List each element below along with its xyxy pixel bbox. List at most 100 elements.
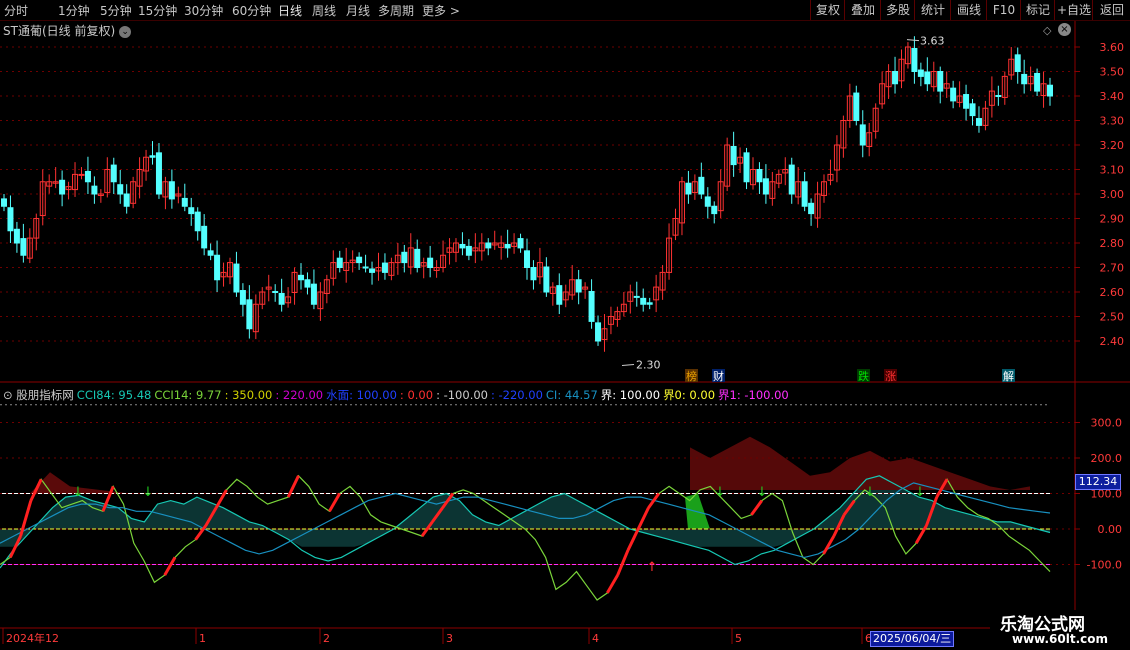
tab-period-10[interactable]: 更多 > (422, 2, 460, 19)
price-tick-label: 3.60 (1100, 41, 1125, 54)
toolbar-button-3[interactable]: 统计 (914, 0, 951, 20)
candle-body (233, 263, 240, 293)
candle-body (801, 181, 808, 207)
indicator-legend-item: : 0.00 (399, 388, 434, 402)
indicator-legend-item: CCI84: 95.48 (76, 388, 152, 402)
candle-body (963, 94, 970, 109)
candle-body (1047, 84, 1053, 97)
cci14-rise-segment (214, 489, 228, 509)
tab-period-3[interactable]: 15分钟 (138, 2, 177, 19)
cci14-rise-segment (822, 535, 836, 555)
candle-body (188, 207, 195, 215)
candle-body (78, 173, 85, 176)
event-tag: 跌 (858, 369, 869, 383)
time-tick-label: 2 (323, 632, 330, 645)
cci14-rise-segment (636, 507, 650, 530)
toolbar-button-8[interactable]: 返回 (1092, 0, 1130, 20)
indicator-name[interactable]: ⊙ 股朋指标网 (3, 388, 74, 402)
candle-body (304, 279, 311, 288)
indicator-legend-item: : -100.00 (436, 388, 488, 402)
candle-body (937, 71, 944, 92)
candle-body (201, 225, 208, 249)
down-arrow-icon: ↓ (757, 485, 768, 500)
price-tick-label: 3.40 (1100, 90, 1125, 103)
cursor-date-label: 2025/06/04/三 (870, 631, 955, 647)
indicator-legend-item: : 220.00 (275, 388, 324, 402)
cci14-rise-segment (626, 528, 640, 551)
ind-tick-label: 200.0 (1091, 452, 1123, 465)
candle-body (356, 256, 363, 264)
event-tag: 解 (1003, 369, 1014, 383)
toolbar-button-7[interactable]: +自选 (1054, 0, 1093, 20)
stock-title-text: ST通葡(日线 前复权) (3, 24, 116, 38)
candle-body (427, 257, 434, 269)
candle-body (84, 170, 91, 183)
up-arrow-icon: ↑ (647, 560, 658, 575)
time-tick-label: 4 (592, 632, 599, 645)
candle-body (685, 182, 692, 195)
candle-body (13, 228, 20, 244)
candle-body (917, 69, 924, 77)
candle-body (756, 169, 763, 183)
toolbar-button-6[interactable]: 标记 (1020, 0, 1055, 20)
candle-body (698, 176, 705, 195)
tab-period-2[interactable]: 5分钟 (100, 2, 132, 19)
low-marker-label: 2.30 (636, 359, 661, 372)
tab-period-5[interactable]: 60分钟 (232, 2, 271, 19)
toolbar-button-1[interactable]: 叠加 (844, 0, 881, 20)
candle-body (575, 279, 582, 293)
diamond-icon[interactable]: ◇ (1043, 24, 1051, 37)
tab-period-6[interactable]: 日线 (278, 2, 302, 19)
price-tick-label: 2.80 (1100, 237, 1125, 250)
candle-body (207, 250, 214, 256)
tab-period-9[interactable]: 多周期 (378, 2, 414, 19)
indicator-legend-item: 界0: 0.00 (663, 388, 716, 402)
low-marker-line (621, 364, 635, 366)
price-tick-label: 3.30 (1100, 115, 1125, 128)
candle-body (181, 197, 188, 207)
candle-body (762, 178, 769, 195)
candle-body (194, 211, 201, 232)
toolbar-button-0[interactable]: 复权 (810, 0, 845, 20)
price-tick-label: 3.00 (1100, 188, 1125, 201)
cci14-rise-segment (328, 492, 342, 513)
toolbar-button-2[interactable]: 多股 (880, 0, 915, 20)
close-icon[interactable]: × (1058, 23, 1071, 36)
tab-period-1[interactable]: 1分钟 (58, 2, 90, 19)
candle-body (310, 283, 317, 305)
down-arrow-icon: ↓ (865, 485, 876, 500)
indicator-legend-item: 水面: 100.00 (326, 388, 397, 402)
candle-body (336, 257, 343, 269)
toolbar-button-5[interactable]: F10 (986, 0, 1021, 20)
indicator-legend-item: 界: 100.00 (600, 388, 661, 402)
event-tag: 涨 (885, 370, 896, 383)
candle-body (950, 87, 957, 102)
indicator-legend-item: CCI14: 9.77 (154, 388, 222, 402)
tab-period-8[interactable]: 月线 (346, 2, 370, 19)
candle-body (149, 155, 156, 158)
candle-body (646, 302, 653, 305)
candle-body (504, 243, 511, 249)
candle-body (969, 103, 976, 117)
candle-body (517, 238, 524, 249)
candle-body (362, 266, 369, 269)
cci14-rise-segment (750, 499, 763, 516)
time-tick-label: 3 (446, 632, 453, 645)
candle-body (1, 198, 7, 207)
tab-period-7[interactable]: 周线 (312, 2, 336, 19)
candle-body (214, 254, 221, 281)
kline-chart[interactable]: 3.60 3.50 3.40 3.30 3.20 3.10 3.00 2.90 2.80 2.70… (0, 0, 1130, 650)
candle-body (168, 181, 175, 200)
chevron-down-icon[interactable]: ⌄ (119, 26, 132, 38)
stock-title: ST通葡(日线 前复权) ⌄ (3, 22, 132, 39)
tab-period-0[interactable]: 分时 (4, 2, 28, 19)
candle-body (465, 245, 472, 256)
event-tag: 榜 (686, 369, 697, 383)
candle-body (924, 71, 931, 85)
down-arrow-icon: ↓ (143, 485, 154, 500)
candle-body (633, 295, 640, 298)
watermark-url: www.60lt.com (1012, 632, 1109, 646)
tab-period-4[interactable]: 30分钟 (184, 2, 223, 19)
toolbar-button-4[interactable]: 画线 (950, 0, 987, 20)
candle-body (272, 291, 279, 294)
